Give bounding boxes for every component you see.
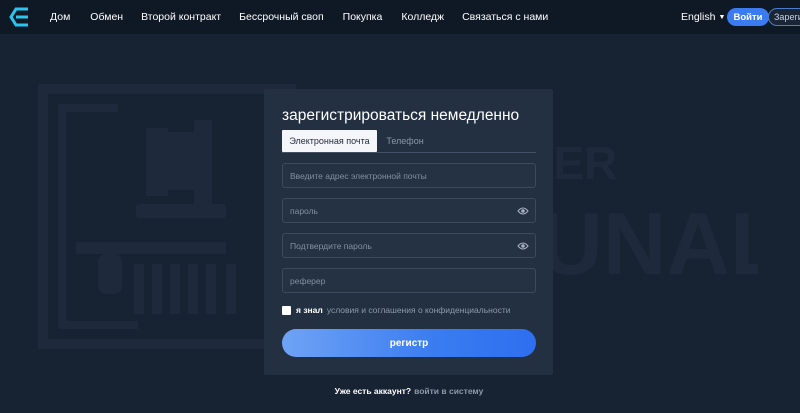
eye-icon[interactable]: [517, 241, 529, 251]
language-selector[interactable]: English ▼: [681, 11, 725, 23]
register-submit-button[interactable]: регистр: [282, 329, 536, 357]
nav-item-perpetual-swap[interactable]: Бессрочный своп: [239, 11, 324, 23]
confirm-password-field[interactable]: [282, 233, 536, 258]
nav-item-buy[interactable]: Покупка: [343, 11, 383, 23]
chevron-down-icon: ▼: [718, 14, 726, 21]
language-label: English: [681, 11, 716, 23]
terms-link[interactable]: условия и соглашения о конфиденциальност…: [327, 305, 511, 315]
password-field[interactable]: [282, 198, 536, 223]
referrer-input[interactable]: [290, 275, 510, 286]
referrer-field[interactable]: [282, 268, 536, 293]
confirm-password-input[interactable]: [290, 240, 510, 251]
register-button-top[interactable]: Зареги: [768, 8, 800, 26]
login-question: Уже есть аккаунт?: [334, 386, 412, 396]
tab-email[interactable]: Электронная почта: [282, 130, 377, 152]
eye-icon[interactable]: [517, 206, 529, 216]
nav-item-home[interactable]: Дом: [50, 11, 70, 23]
tab-phone[interactable]: Телефон: [377, 130, 433, 152]
terms-checkbox[interactable]: [282, 305, 291, 315]
nav-item-college[interactable]: Колледж: [401, 11, 444, 23]
tab-divider: [282, 152, 536, 153]
login-prompt: Уже есть аккаунт? войти в систему: [0, 386, 800, 396]
login-button[interactable]: Войти: [727, 8, 769, 26]
main-nav: Дом Обмен Второй контракт Бессрочный сво…: [50, 0, 548, 34]
email-input[interactable]: [290, 170, 510, 181]
nav-item-exchange[interactable]: Обмен: [90, 11, 123, 23]
login-link[interactable]: войти в систему: [414, 386, 483, 396]
email-field[interactable]: [282, 163, 536, 188]
page-title: зарегистрироваться немедленно: [282, 107, 520, 124]
nav-item-contact[interactable]: Связаться с нами: [462, 11, 548, 23]
terms-agreement: я знал условия и соглашения о конфиденци…: [282, 305, 510, 315]
password-input[interactable]: [290, 205, 510, 216]
top-navigation-bar: Дом Обмен Второй контракт Бессрочный сво…: [0, 0, 800, 34]
terms-prefix: я знал: [296, 305, 323, 315]
exchange-logo-icon[interactable]: [8, 6, 32, 28]
nav-item-second-contract[interactable]: Второй контракт: [141, 11, 221, 23]
